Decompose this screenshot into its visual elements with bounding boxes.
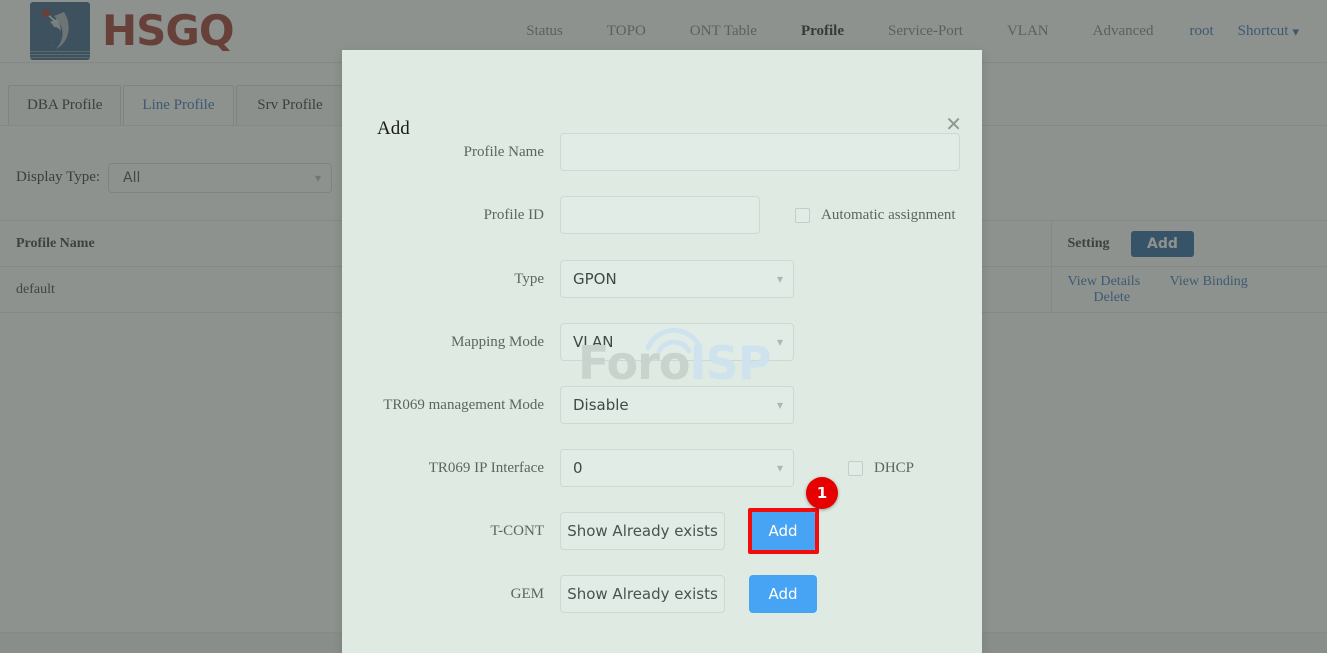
add-line-profile-dialog: Add ✕ ForoISP Profile Name Profile ID Au… xyxy=(342,50,982,653)
field-row-tr069-ip-interface: TR069 IP Interface 0 ▾ DHCP xyxy=(342,449,982,487)
field-row-type: Type GPON ▾ xyxy=(342,260,982,298)
chevron-down-icon: ▾ xyxy=(776,461,783,475)
gem-show-already-exists-button[interactable]: Show Already exists xyxy=(560,575,725,613)
tcont-add-button[interactable]: Add xyxy=(749,512,817,550)
chevron-down-icon: ▾ xyxy=(776,335,783,349)
screen-root: HSGQ Status TOPO ONT Table Profile Servi… xyxy=(0,0,1327,653)
field-row-profile-name: Profile Name xyxy=(342,133,982,171)
tr069-ip-interface-value: 0 xyxy=(573,459,583,477)
automatic-assignment-checkbox-group[interactable]: Automatic assignment xyxy=(795,207,956,224)
label-tcont: T-CONT xyxy=(490,523,544,539)
gem-add-button[interactable]: Add xyxy=(749,575,817,613)
dhcp-checkbox-group[interactable]: DHCP xyxy=(848,460,914,477)
chevron-down-icon: ▾ xyxy=(776,272,783,286)
field-row-profile-id: Profile ID Automatic assignment xyxy=(342,196,982,234)
automatic-assignment-label: Automatic assignment xyxy=(821,206,956,223)
label-tr069-ip-interface: TR069 IP Interface xyxy=(428,460,544,476)
dhcp-checkbox[interactable] xyxy=(848,460,863,476)
label-mapping-mode: Mapping Mode xyxy=(451,334,544,350)
close-icon[interactable]: ✕ xyxy=(945,114,962,134)
mapping-mode-select[interactable]: VLAN ▾ xyxy=(560,323,794,361)
label-tr069-management-mode: TR069 management Mode xyxy=(383,397,544,413)
field-row-gem: GEM Show Already exists Add xyxy=(342,575,982,613)
label-type: Type xyxy=(514,271,544,287)
tcont-show-already-exists-button[interactable]: Show Already exists xyxy=(560,512,725,550)
field-row-tcont: T-CONT Show Already exists Add xyxy=(342,512,982,550)
mapping-mode-value: VLAN xyxy=(573,333,614,351)
tr069-management-mode-select[interactable]: Disable ▾ xyxy=(560,386,794,424)
label-profile-id: Profile ID xyxy=(483,207,544,223)
profile-id-input[interactable] xyxy=(560,196,760,234)
type-value: GPON xyxy=(573,270,617,288)
label-profile-name: Profile Name xyxy=(463,144,544,160)
field-row-mapping-mode: Mapping Mode VLAN ▾ xyxy=(342,323,982,361)
type-select[interactable]: GPON ▾ xyxy=(560,260,794,298)
annotation-step-badge: 1 xyxy=(806,477,838,509)
tr069-management-mode-value: Disable xyxy=(573,396,629,414)
dhcp-label: DHCP xyxy=(874,459,915,476)
tr069-ip-interface-select[interactable]: 0 ▾ xyxy=(560,449,794,487)
field-row-tr069-management-mode: TR069 management Mode Disable ▾ xyxy=(342,386,982,424)
automatic-assignment-checkbox[interactable] xyxy=(795,207,810,223)
chevron-down-icon: ▾ xyxy=(776,398,783,412)
label-gem: GEM xyxy=(510,586,544,602)
profile-name-input[interactable] xyxy=(560,133,960,171)
